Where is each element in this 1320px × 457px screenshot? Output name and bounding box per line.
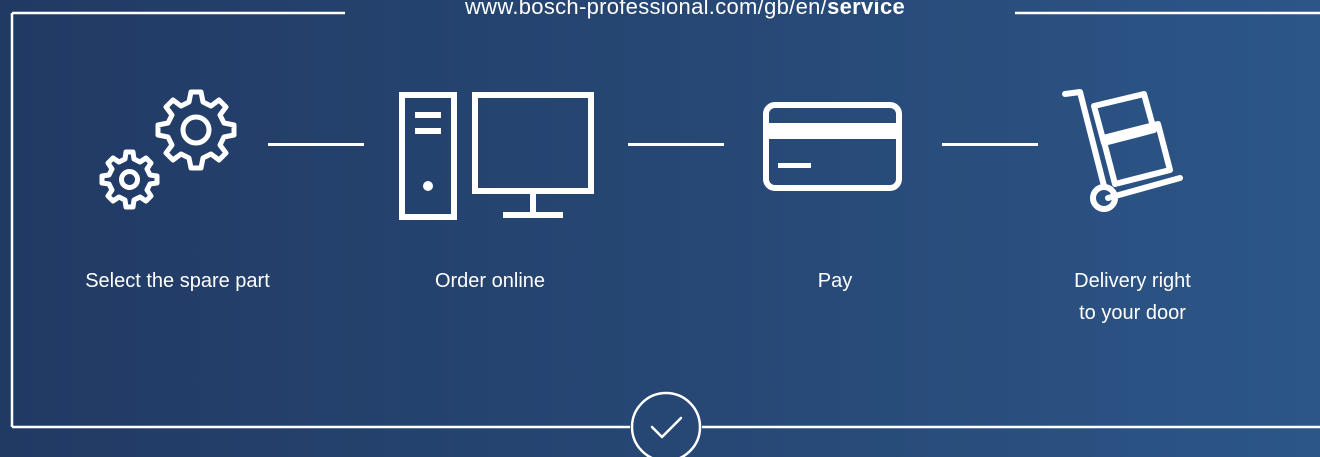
hand-truck-icon [1062, 89, 1183, 212]
delivery-line-1: Delivery right [1074, 270, 1191, 292]
credit-card-icon [763, 102, 902, 191]
service-url[interactable]: www.bosch-professional.com/gb/en/service [340, 0, 1030, 20]
step-label-pay: Pay [817, 270, 853, 292]
step-label-select-part: Select the spare part [85, 270, 270, 292]
url-bold: service [827, 0, 906, 19]
url-prefix: www.bosch-professional.com/gb/en/ [464, 0, 828, 19]
frame-border [10, 11, 1320, 429]
delivery-line-2: to your door [1079, 302, 1186, 324]
checkmark-icon [630, 391, 702, 457]
connector-2 [628, 143, 724, 146]
connector-1 [268, 143, 364, 146]
connector-3 [942, 143, 1038, 146]
gears-icon [99, 89, 237, 210]
step-label-order-online: Order online [434, 270, 546, 292]
step-label-delivery: Delivery right to your door [1040, 265, 1225, 329]
computer-icon [399, 92, 594, 220]
